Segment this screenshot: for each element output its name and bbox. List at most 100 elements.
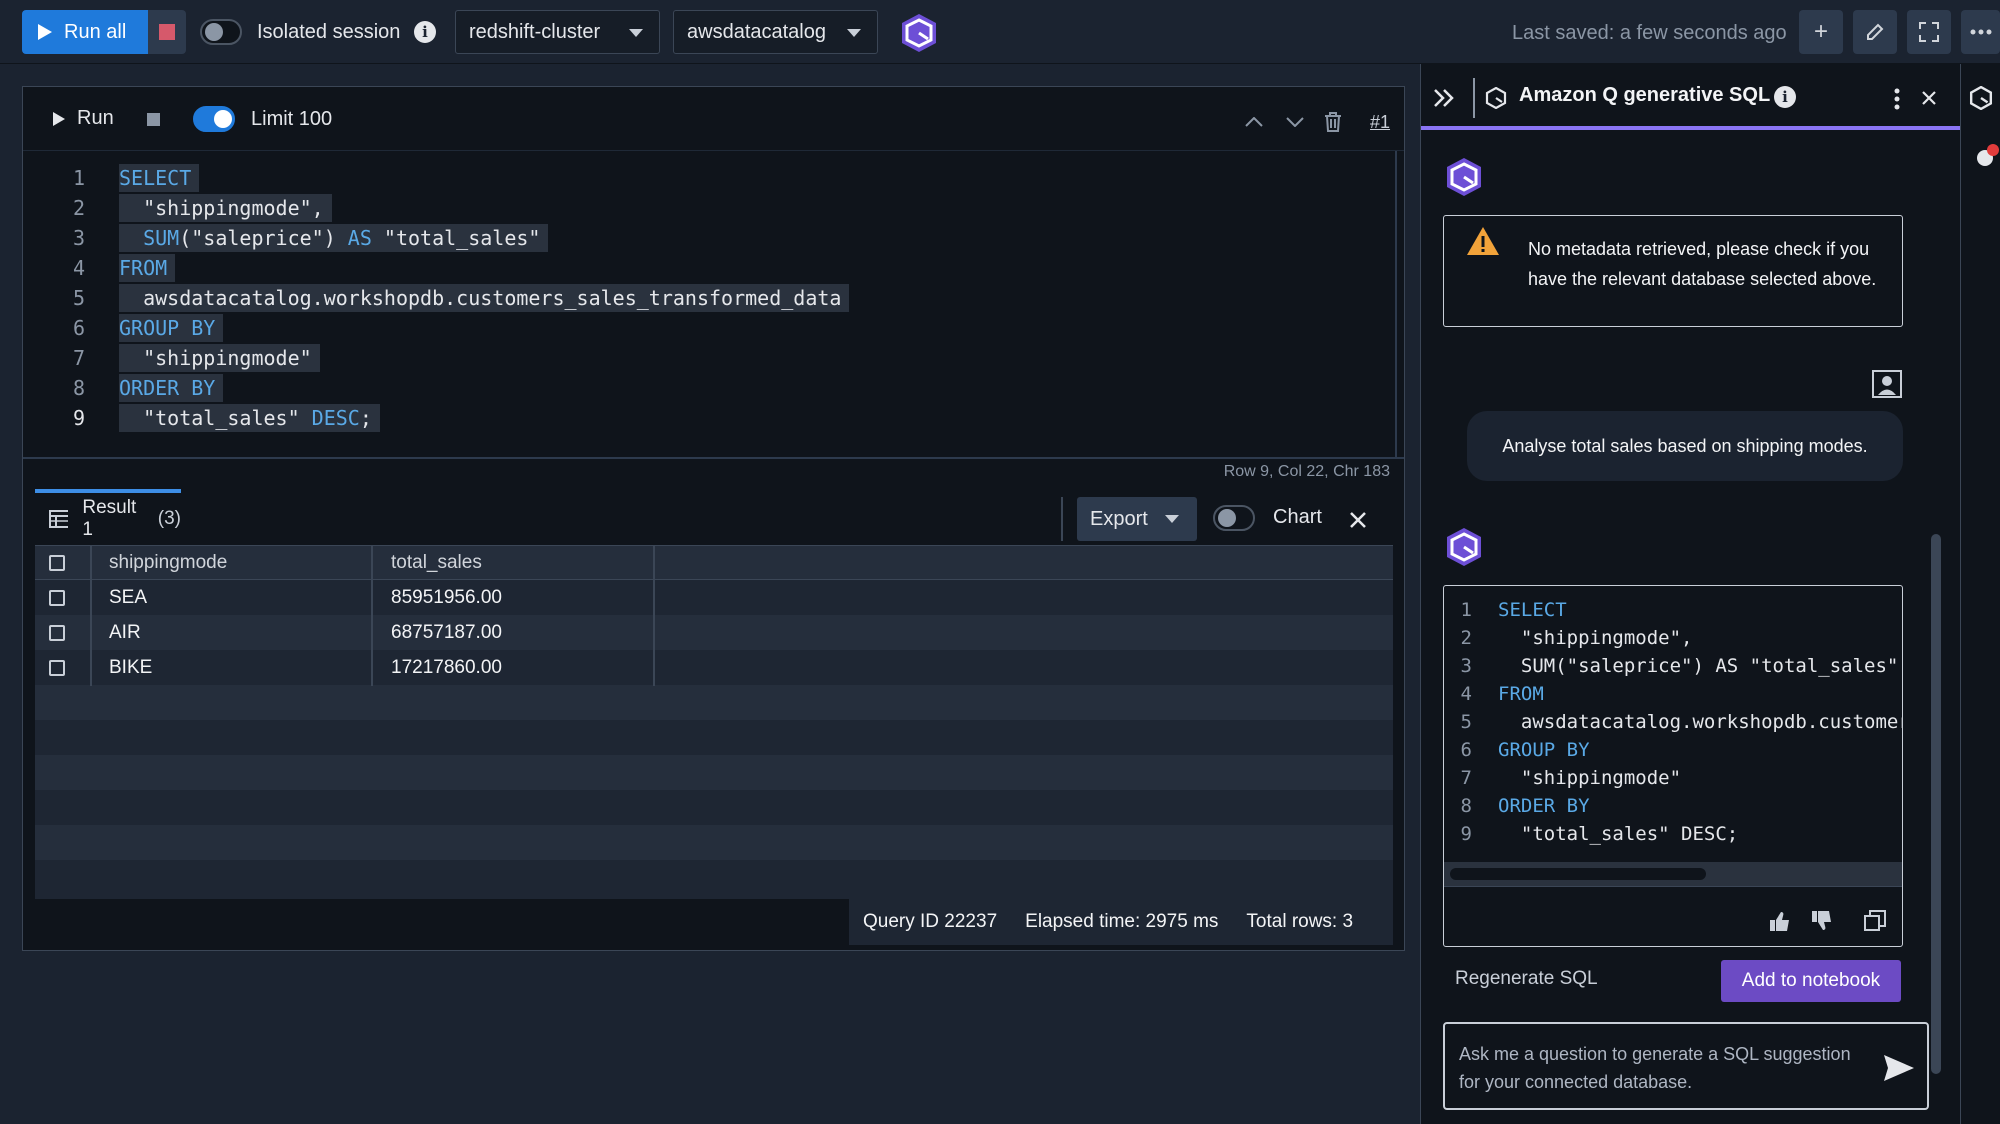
horizontal-scrollbar-thumb[interactable] bbox=[1450, 868, 1706, 880]
chevron-down-icon[interactable] bbox=[1286, 117, 1304, 127]
code-line: 5 awsdatacatalog.workshopdb.customers_sa… bbox=[23, 283, 1395, 313]
code-line: 3 SUM("saleprice") AS "total_sales" bbox=[23, 223, 1395, 253]
info-icon[interactable]: i bbox=[414, 21, 436, 43]
code-text: SELECT bbox=[119, 164, 200, 192]
q-panel-scrollbar[interactable] bbox=[1931, 534, 1941, 1074]
plus-icon: + bbox=[1813, 18, 1828, 45]
code-text: ORDER BY bbox=[1498, 795, 1590, 817]
code-line: 4 FROM bbox=[23, 253, 1395, 283]
column-header[interactable]: shippingmode bbox=[109, 546, 227, 579]
code-line: 2 "shippingmode", bbox=[1444, 624, 1902, 652]
line-number: 3 bbox=[1460, 655, 1472, 677]
line-number: 1 bbox=[1460, 599, 1472, 621]
export-label: Export bbox=[1090, 507, 1148, 530]
code-text: "shippingmode" bbox=[119, 344, 320, 372]
amazon-q-icon[interactable] bbox=[898, 12, 940, 54]
row-checkbox[interactable] bbox=[49, 624, 65, 641]
chart-toggle[interactable] bbox=[1213, 505, 1255, 531]
fullscreen-button[interactable] bbox=[1907, 10, 1951, 54]
results-table: shippingmode total_sales SEA 85951956.00… bbox=[35, 545, 1393, 899]
tab-result-1[interactable]: Result 1 (3) bbox=[35, 489, 181, 545]
code-editor[interactable]: 1 SELECT 2 "shippingmode", 3 SUM("salepri… bbox=[23, 163, 1395, 529]
amazon-q-panel: Amazon Q generative SQL i No metadata re… bbox=[1420, 64, 1960, 1124]
cluster-select[interactable]: redshift-cluster bbox=[455, 10, 660, 54]
column-header[interactable]: total_sales bbox=[391, 546, 482, 579]
cell-number-link[interactable]: #1 bbox=[1370, 112, 1390, 133]
select-all-checkbox[interactable] bbox=[49, 554, 65, 571]
thumbs-down-icon[interactable] bbox=[1810, 910, 1834, 932]
code-fragment: "total_sales" bbox=[371, 226, 541, 250]
table-row[interactable]: SEA 85951956.00 bbox=[35, 580, 1393, 615]
row-checkbox[interactable] bbox=[49, 589, 65, 606]
line-number: 5 bbox=[1460, 711, 1472, 733]
result-count: (3) bbox=[157, 508, 181, 529]
function-name: SUM bbox=[119, 226, 180, 250]
info-icon[interactable]: i bbox=[1774, 86, 1796, 108]
add-cell-button[interactable]: + bbox=[1799, 10, 1843, 54]
chevron-up-icon[interactable] bbox=[1245, 117, 1263, 127]
code-line: 7 "shippingmode" bbox=[23, 343, 1395, 373]
row-checkbox[interactable] bbox=[49, 659, 65, 676]
close-icon[interactable] bbox=[1349, 511, 1367, 529]
collapse-panel-icon[interactable] bbox=[1433, 88, 1455, 108]
column-divider[interactable] bbox=[653, 545, 655, 686]
vertical-ellipsis-icon[interactable] bbox=[1894, 88, 1900, 110]
user-message-text: Analyse total sales based on shipping mo… bbox=[1502, 435, 1868, 456]
thumbs-up-icon[interactable] bbox=[1768, 910, 1792, 932]
stop-all-button[interactable] bbox=[148, 10, 186, 54]
table-cell: 85951956.00 bbox=[391, 586, 502, 608]
isolated-session-toggle[interactable] bbox=[200, 19, 242, 45]
line-number: 5 bbox=[72, 286, 85, 310]
code-text: SELECT bbox=[1498, 599, 1567, 621]
run-label: Run bbox=[77, 107, 114, 129]
query-info-bar: Query ID 22237 Elapsed time: 2975 ms Tot… bbox=[849, 899, 1393, 945]
database-select[interactable]: awsdatacatalog bbox=[673, 10, 878, 54]
last-saved-text: Last saved: a few seconds ago bbox=[1512, 22, 1787, 44]
table-row[interactable]: AIR 68757187.00 bbox=[35, 615, 1393, 650]
code-text: SUM("saleprice") AS "total_sales" bbox=[1498, 655, 1899, 677]
more-options-button[interactable] bbox=[1961, 10, 2000, 54]
editor-scrollbar[interactable] bbox=[1395, 151, 1397, 457]
query-id: Query ID 22237 bbox=[863, 911, 998, 932]
q-panel-header: Amazon Q generative SQL i bbox=[1421, 64, 1960, 130]
code-text: "shippingmode" bbox=[1498, 767, 1682, 789]
code-text: ORDER BY bbox=[119, 374, 224, 402]
code-line: 8 ORDER BY bbox=[1444, 792, 1902, 820]
edit-button[interactable] bbox=[1853, 10, 1897, 54]
keyword: DESC bbox=[311, 406, 360, 430]
run-all-button[interactable]: Run all bbox=[22, 10, 148, 54]
table-cell: 68757187.00 bbox=[391, 621, 502, 643]
notification-icon[interactable] bbox=[1975, 142, 2000, 168]
amazon-q-icon bbox=[1485, 87, 1507, 109]
send-icon[interactable] bbox=[1883, 1054, 1915, 1082]
cursor-status: Row 9, Col 22, Chr 183 bbox=[1223, 463, 1390, 480]
add-to-notebook-label: Add to notebook bbox=[1741, 970, 1881, 991]
keyword: FROM bbox=[119, 256, 168, 280]
user-message: Analyse total sales based on shipping mo… bbox=[1467, 411, 1903, 481]
amazon-q-icon[interactable] bbox=[1969, 86, 1993, 110]
keyword: SELECT bbox=[119, 166, 192, 190]
code-line: 5 awsdatacatalog.workshopdb.customers_sa… bbox=[1444, 708, 1902, 736]
keyword: AS bbox=[347, 226, 372, 250]
chevron-down-icon bbox=[629, 29, 643, 37]
code-text: "shippingmode", bbox=[1498, 627, 1693, 649]
run-button[interactable]: Run bbox=[53, 107, 114, 130]
export-button[interactable]: Export bbox=[1077, 497, 1197, 541]
add-to-notebook-button[interactable]: Add to notebook bbox=[1721, 960, 1901, 1002]
line-number: 9 bbox=[72, 406, 85, 430]
close-icon[interactable] bbox=[1921, 90, 1937, 106]
line-number: 6 bbox=[1460, 739, 1472, 761]
pencil-icon bbox=[1867, 23, 1884, 40]
trash-icon[interactable] bbox=[1323, 111, 1343, 133]
warning-icon bbox=[1467, 227, 1499, 255]
column-divider[interactable] bbox=[371, 545, 373, 686]
table-row[interactable]: BIKE 17217860.00 bbox=[35, 650, 1393, 685]
line-number: 4 bbox=[72, 256, 85, 280]
ask-question-input[interactable]: Ask me a question to generate a SQL sugg… bbox=[1443, 1022, 1929, 1110]
stop-icon[interactable] bbox=[147, 113, 160, 126]
regenerate-sql-button[interactable]: Regenerate SQL bbox=[1455, 968, 1598, 990]
copy-icon[interactable] bbox=[1864, 910, 1886, 932]
limit-toggle[interactable] bbox=[193, 106, 235, 132]
code-text: GROUP BY bbox=[119, 314, 224, 342]
code-line: 1 SELECT bbox=[23, 163, 1395, 193]
